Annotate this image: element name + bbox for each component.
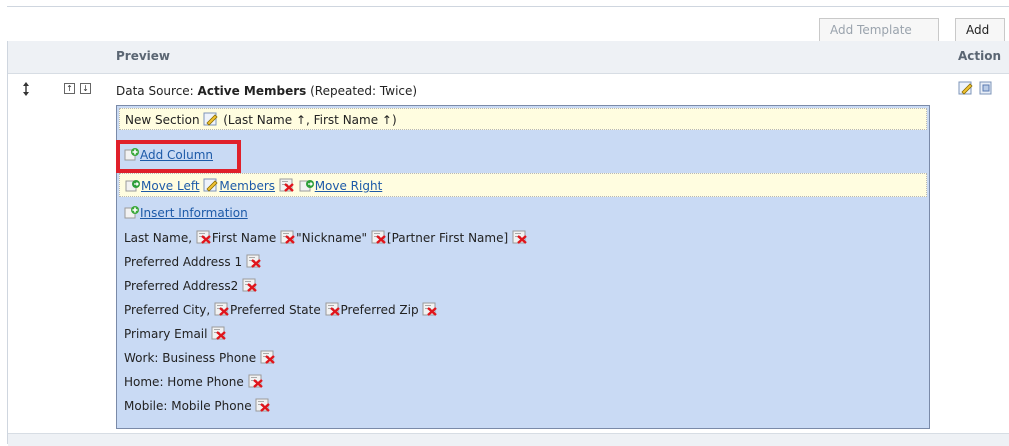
- field-state: Preferred State: [230, 303, 325, 317]
- section-title: New Section: [125, 113, 200, 127]
- section-sort: (Last Name ↑, First Name ↑): [223, 113, 397, 127]
- delete-column-icon[interactable]: [279, 178, 295, 192]
- field-partner-first-name: [Partner First Name]: [386, 231, 512, 245]
- field-zip: Preferred Zip: [340, 303, 423, 317]
- delete-icon[interactable]: [246, 254, 262, 268]
- add-button[interactable]: Add: [955, 18, 1005, 42]
- sort-handle-icon[interactable]: [22, 82, 30, 97]
- delete-icon[interactable]: [280, 230, 296, 244]
- preview-column-header: Preview: [116, 49, 171, 63]
- delete-icon[interactable]: [255, 398, 271, 412]
- column-header-bar: Move Left Members Move Right: [119, 173, 927, 197]
- members-link[interactable]: Members: [219, 179, 275, 193]
- delete-icon[interactable]: [371, 230, 387, 244]
- field-line: Primary Email: [124, 326, 227, 341]
- field-home-phone: Home: Home Phone: [124, 375, 248, 389]
- field-address-2: Preferred Address2: [124, 279, 243, 293]
- move-up-icon[interactable]: ↑: [64, 83, 75, 94]
- pencil-edit-icon[interactable]: [203, 178, 219, 192]
- delete-icon[interactable]: [214, 302, 230, 316]
- field-line: Home: Home Phone: [124, 374, 264, 389]
- edit-icon[interactable]: [958, 81, 974, 95]
- field-last-name: Last Name,: [124, 231, 196, 245]
- move-down-icon[interactable]: ↓: [80, 83, 91, 94]
- field-city: Preferred City,: [124, 303, 215, 317]
- row-actions: [958, 81, 994, 98]
- field-line: Work: Business Phone: [124, 350, 276, 365]
- move-right-link[interactable]: Move Right: [315, 179, 383, 193]
- delete-icon[interactable]: [211, 326, 227, 340]
- field-nickname: "Nickname": [296, 231, 371, 245]
- insert-plus-icon: [124, 205, 140, 219]
- field-line: Last Name, First Name "Nickname" [Partne…: [124, 230, 528, 245]
- delete-icon[interactable]: [325, 302, 341, 316]
- delete-icon[interactable]: [260, 350, 276, 364]
- add-template-button[interactable]: Add Template: [819, 18, 939, 42]
- action-column-header: Action: [958, 49, 1002, 63]
- field-line: Mobile: Mobile Phone: [124, 398, 271, 413]
- section-header-bar: New Section (Last Name ↑, First Name ↑): [119, 108, 927, 130]
- field-business-phone: Work: Business Phone: [124, 351, 260, 365]
- move-left-icon: [125, 178, 141, 192]
- field-mobile-phone: Mobile: Mobile Phone: [124, 399, 256, 413]
- delete-icon[interactable]: [422, 302, 438, 316]
- data-source-repeat: (Repeated: Twice): [306, 84, 418, 98]
- highlight-box: [116, 140, 241, 173]
- field-line: Preferred City, Preferred State Preferre…: [124, 302, 438, 317]
- toolbar: Add Template Add: [7, 7, 1009, 42]
- delete-icon[interactable]: [248, 374, 264, 388]
- move-left-link[interactable]: Move Left: [141, 179, 200, 193]
- insert-information-row: Insert Information: [124, 205, 248, 220]
- insert-information-link[interactable]: Insert Information: [140, 206, 248, 220]
- data-source-line: Data Source: Active Members (Repeated: T…: [116, 84, 417, 98]
- field-line: Preferred Address 1: [124, 254, 262, 269]
- delete-icon[interactable]: [512, 230, 528, 244]
- delete-icon[interactable]: [242, 278, 258, 292]
- data-source-label: Data Source:: [116, 84, 198, 98]
- field-line: Preferred Address2: [124, 278, 258, 293]
- data-source-name: Active Members: [197, 84, 307, 98]
- pencil-edit-icon[interactable]: [203, 112, 219, 126]
- move-right-icon: [299, 178, 315, 192]
- grid-header: Preview Action: [8, 41, 1009, 74]
- delete-icon[interactable]: [196, 230, 212, 244]
- copy-icon[interactable]: [978, 81, 994, 95]
- field-first-name: First Name: [211, 231, 281, 245]
- grid-footer: [8, 433, 1009, 446]
- field-address-1: Preferred Address 1: [124, 255, 246, 269]
- field-email: Primary Email: [124, 327, 212, 341]
